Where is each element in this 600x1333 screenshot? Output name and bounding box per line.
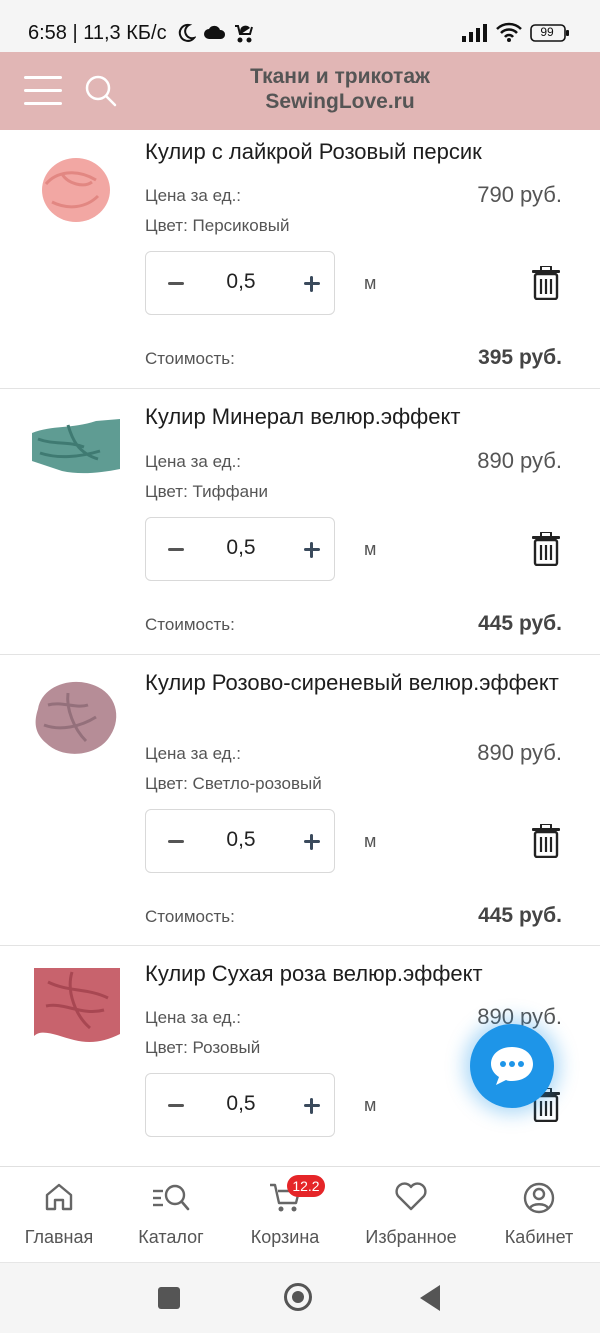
nav-cart[interactable]: 12.2 Корзина — [236, 1167, 334, 1263]
increase-button[interactable] — [296, 1088, 330, 1122]
increase-button[interactable] — [296, 824, 330, 858]
brand-line-2: SewingLove.ru — [265, 90, 415, 113]
trash-icon[interactable] — [531, 532, 561, 566]
status-bar: 6:58 | 11,3 КБ/с 99 — [0, 0, 600, 52]
quantity-stepper: 0,5 — [145, 1073, 335, 1137]
unit-price: 790 руб. — [477, 182, 562, 207]
increase-button[interactable] — [296, 532, 330, 566]
nav-favorites[interactable]: Избранное — [356, 1167, 466, 1263]
product-image[interactable] — [28, 962, 124, 1058]
menu-icon[interactable] — [24, 76, 62, 106]
cost-label: Стоимость: — [145, 907, 235, 926]
bottom-nav: Главная Каталог 12.2 Корзина Избранное К… — [0, 1166, 600, 1263]
line-cost: 445 руб. — [478, 612, 562, 635]
stroller-icon — [235, 25, 253, 43]
nav-label: Главная — [24, 1227, 94, 1247]
nav-label: Избранное — [365, 1227, 457, 1247]
product-color: Цвет: Розовый — [145, 1038, 261, 1057]
price-label: Цена за ед.: — [145, 186, 242, 205]
search-icon[interactable] — [84, 74, 118, 108]
quantity-stepper: 0,5 — [145, 809, 335, 873]
signal-icon — [462, 24, 487, 42]
nav-label: Каталог — [138, 1227, 204, 1247]
quantity-value[interactable]: 0,5 — [206, 828, 276, 852]
unit-label: м — [364, 1095, 377, 1115]
cart-item: Кулир Розово-сиреневый велюр.эффект Цена… — [0, 655, 600, 946]
cost-label: Стоимость: — [145, 615, 235, 634]
decrease-button[interactable] — [160, 824, 194, 858]
unit-label: м — [364, 273, 377, 293]
quantity-value[interactable]: 0,5 — [206, 270, 276, 294]
unit-label: м — [364, 831, 377, 851]
product-color: Цвет: Тиффани — [145, 482, 268, 501]
status-time: 6:58 | 11,3 КБ/с — [28, 22, 167, 44]
chat-button[interactable] — [470, 1024, 554, 1108]
wifi-icon — [496, 22, 522, 42]
cart-item: Кулир с лайкрой Розовый персик Цена за е… — [0, 130, 600, 389]
catalog-search-icon — [153, 1184, 190, 1211]
trash-icon[interactable] — [531, 824, 561, 858]
battery-level: 99 — [540, 25, 554, 39]
price-label: Цена за ед.: — [145, 452, 242, 471]
trash-icon[interactable] — [531, 266, 561, 300]
home-icon — [45, 1183, 73, 1211]
product-image[interactable] — [28, 669, 124, 765]
unit-price: 890 руб. — [477, 740, 562, 765]
cost-label: Стоимость: — [145, 349, 235, 368]
price-label: Цена за ед.: — [145, 744, 242, 763]
product-image[interactable] — [28, 403, 124, 499]
decrease-button[interactable] — [160, 1088, 194, 1122]
nav-account[interactable]: Кабинет — [490, 1167, 588, 1263]
site-logo[interactable]: Ткани и трикотаж SewingLove.ru — [190, 64, 490, 114]
product-color: Цвет: Светло-розовый — [145, 774, 322, 793]
nav-catalog[interactable]: Каталог — [122, 1167, 220, 1263]
home-button-icon[interactable] — [284, 1283, 312, 1311]
recent-apps-icon[interactable] — [158, 1287, 180, 1309]
unit-label: м — [364, 539, 377, 559]
price-label: Цена за ед.: — [145, 1008, 242, 1027]
product-name[interactable]: Кулир Минерал велюр.эффект — [145, 403, 565, 430]
nav-home[interactable]: Главная — [10, 1167, 108, 1263]
line-cost: 445 руб. — [478, 904, 562, 927]
decrease-button[interactable] — [160, 266, 194, 300]
product-name[interactable]: Кулир Розово-сиреневый велюр.эффект — [145, 669, 565, 696]
back-icon[interactable] — [420, 1285, 440, 1311]
unit-price: 890 руб. — [477, 448, 562, 473]
cart-item: Кулир Минерал велюр.эффект Цена за ед.: … — [0, 389, 600, 655]
product-color: Цвет: Персиковый — [145, 216, 290, 235]
brand-line-1: Ткани и трикотаж — [250, 65, 430, 88]
moon-icon — [178, 23, 196, 42]
decrease-button[interactable] — [160, 532, 194, 566]
chat-icon — [491, 1047, 533, 1085]
cart-badge: 12.2 — [286, 1175, 325, 1197]
line-cost: 395 руб. — [478, 346, 562, 369]
heart-icon — [395, 1182, 427, 1211]
product-name[interactable]: Кулир Сухая роза велюр.эффект — [145, 960, 565, 987]
quantity-stepper: 0,5 — [145, 251, 335, 315]
increase-button[interactable] — [296, 266, 330, 300]
site-header: Ткани и трикотаж SewingLove.ru — [0, 52, 600, 130]
product-name[interactable]: Кулир с лайкрой Розовый персик — [145, 138, 565, 165]
product-image[interactable] — [28, 144, 124, 240]
nav-label: Кабинет — [504, 1227, 574, 1247]
quantity-value[interactable]: 0,5 — [206, 1092, 276, 1116]
cloud-icon — [204, 25, 226, 39]
system-nav-bar — [0, 1262, 600, 1333]
nav-label: Корзина — [250, 1227, 320, 1247]
quantity-stepper: 0,5 — [145, 517, 335, 581]
user-icon — [523, 1182, 555, 1214]
quantity-value[interactable]: 0,5 — [206, 536, 276, 560]
battery-icon: 99 — [530, 24, 570, 47]
